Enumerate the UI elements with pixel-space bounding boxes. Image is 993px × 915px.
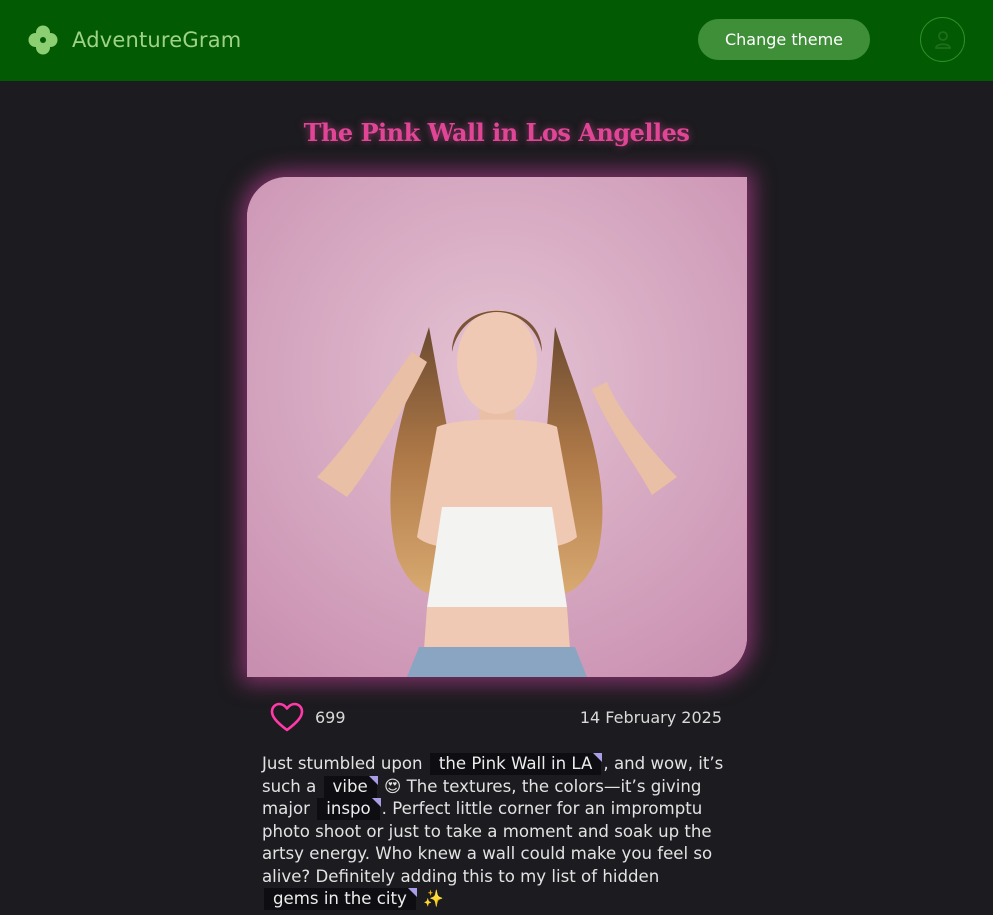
brand-name: AdventureGram bbox=[72, 28, 242, 52]
clover-icon bbox=[28, 25, 58, 55]
post-photo bbox=[247, 177, 747, 677]
caption-text: ✨ bbox=[417, 889, 444, 908]
hashtag-pink-wall[interactable]: the Pink Wall in LA bbox=[429, 753, 602, 775]
post-caption: Just stumbled upon the Pink Wall in LA, … bbox=[262, 753, 732, 911]
brand[interactable]: AdventureGram bbox=[26, 20, 241, 60]
change-theme-button[interactable]: Change theme bbox=[698, 19, 870, 60]
hashtag-vibe[interactable]: vibe bbox=[323, 775, 378, 798]
top-bar: AdventureGram Change theme bbox=[0, 0, 993, 81]
hashtag-inspo[interactable]: inspo bbox=[317, 798, 382, 820]
user-icon bbox=[934, 30, 951, 49]
profile-button[interactable] bbox=[920, 17, 965, 62]
photo-image bbox=[247, 177, 747, 677]
post-date: 14 February 2025 bbox=[579, 708, 722, 727]
caption-text: Just stumbled upon bbox=[262, 754, 423, 773]
post-meta: 699 14 February 2025 bbox=[270, 700, 722, 736]
heart-icon bbox=[270, 702, 304, 732]
hashtag-gems[interactable]: gems in the city bbox=[264, 888, 417, 910]
like-count: 699 bbox=[315, 708, 346, 727]
post-title: The Pink Wall in Los Angelles bbox=[303, 118, 690, 147]
like-button[interactable] bbox=[270, 702, 304, 734]
